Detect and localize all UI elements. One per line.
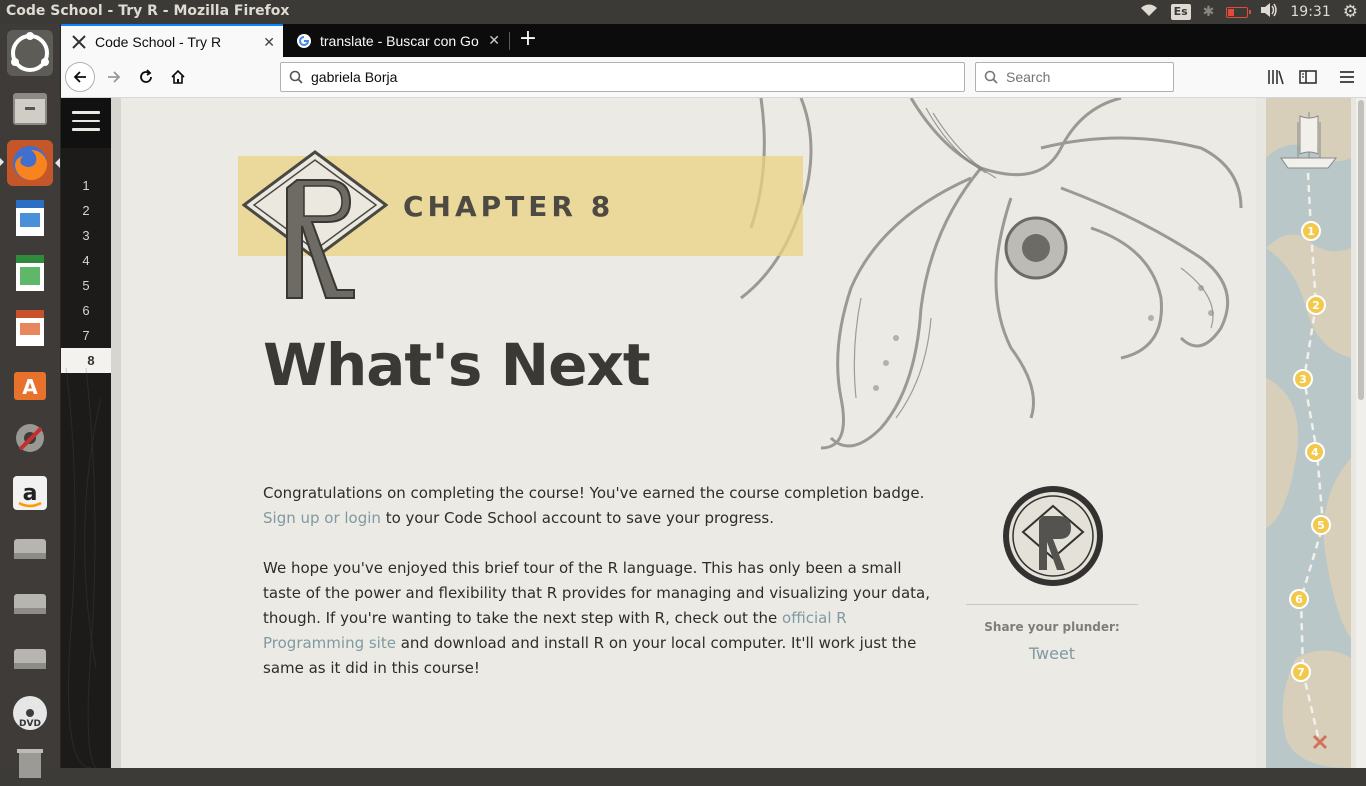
new-tab-button[interactable]: + bbox=[516, 28, 540, 52]
chapter-nav: 1 2 3 4 5 6 7 8 bbox=[61, 98, 121, 768]
nav-bar: gabriela Borja Search bbox=[61, 57, 1366, 98]
chapter-link-7[interactable]: 7 bbox=[61, 323, 111, 348]
writer-icon[interactable] bbox=[7, 195, 53, 241]
share-label: Share your plunder: bbox=[984, 620, 1120, 634]
tweet-link[interactable]: Tweet bbox=[966, 644, 1138, 663]
tab-translate[interactable]: translate - Buscar con Go ✕ bbox=[286, 24, 508, 57]
home-icon bbox=[171, 69, 185, 84]
page-title: What's Next bbox=[263, 331, 651, 399]
search-placeholder: Search bbox=[1006, 69, 1051, 85]
drive-icon[interactable] bbox=[7, 525, 53, 571]
system-indicators: Es ✱ 19:31 ⚙ bbox=[1139, 0, 1358, 24]
chapter-link-4[interactable]: 4 bbox=[61, 248, 111, 273]
main-content: CHAPTER 8 What's Next Congratulations on… bbox=[121, 98, 1256, 768]
close-tab-icon[interactable]: ✕ bbox=[482, 32, 500, 49]
running-indicator bbox=[0, 158, 4, 166]
files-icon[interactable] bbox=[7, 85, 53, 131]
scrollbar-thumb[interactable] bbox=[1358, 100, 1364, 400]
chapter-label: CHAPTER 8 bbox=[403, 190, 615, 223]
library-button[interactable] bbox=[1266, 67, 1286, 87]
reload-icon bbox=[140, 69, 152, 83]
progress-map: 1 2 3 4 5 6 7 bbox=[1266, 98, 1351, 768]
web-page: 1 2 3 4 5 6 7 8 CHAPTER 8 What's Next Co… bbox=[61, 98, 1366, 768]
reload-button[interactable] bbox=[131, 62, 161, 92]
chapter-link-5[interactable]: 5 bbox=[61, 273, 111, 298]
chapter-link-6[interactable]: 6 bbox=[61, 298, 111, 323]
forward-button[interactable] bbox=[99, 62, 129, 92]
back-button[interactable] bbox=[65, 62, 95, 92]
top-panel: Code School - Try R - Mozilla Firefox Es… bbox=[0, 0, 1366, 24]
completion-badge bbox=[1003, 486, 1103, 586]
url-text: gabriela Borja bbox=[311, 69, 398, 85]
chapter-link-1[interactable]: 1 bbox=[61, 173, 111, 198]
calc-icon[interactable] bbox=[7, 250, 53, 296]
try-r-logo bbox=[242, 150, 388, 299]
clock[interactable]: 19:31 bbox=[1290, 4, 1330, 20]
amazon-icon[interactable]: a bbox=[7, 470, 53, 516]
menu-button[interactable] bbox=[1337, 67, 1357, 87]
tab-label: Code School - Try R bbox=[95, 33, 222, 50]
active-indicator bbox=[55, 158, 60, 168]
svg-text:A: A bbox=[22, 375, 38, 399]
forward-arrow-icon bbox=[108, 71, 121, 83]
firefox-icon[interactable] bbox=[7, 140, 53, 186]
map-stop-4: 4 bbox=[1311, 446, 1319, 459]
volume-icon[interactable] bbox=[1260, 3, 1278, 21]
launcher: A a DVD bbox=[0, 24, 61, 778]
search-bar[interactable]: Search bbox=[975, 62, 1174, 92]
window-title: Code School - Try R - Mozilla Firefox bbox=[6, 3, 290, 19]
tab-bar: Code School - Try R ✕ translate - Buscar… bbox=[61, 24, 1366, 57]
map-stop-7: 7 bbox=[1297, 666, 1305, 679]
sidebar-icon bbox=[1299, 70, 1317, 84]
close-tab-icon[interactable]: ✕ bbox=[263, 34, 275, 51]
drive-icon[interactable] bbox=[7, 635, 53, 681]
system-settings-icon[interactable] bbox=[7, 415, 53, 461]
tab-label: translate - Buscar con Go bbox=[320, 32, 479, 49]
next-steps-paragraph: We hope you've enjoyed this brief tour o… bbox=[263, 556, 938, 681]
chapter-link-2[interactable]: 2 bbox=[61, 198, 111, 223]
google-favicon-icon bbox=[296, 33, 312, 49]
save-progress-text: to your Code School account to save your… bbox=[380, 509, 775, 527]
tab-try-r[interactable]: Code School - Try R ✕ bbox=[61, 24, 283, 57]
chapter-link-3[interactable]: 3 bbox=[61, 223, 111, 248]
completion-text: Congratulations on completing the course… bbox=[263, 484, 925, 502]
bluetooth-icon[interactable]: ✱ bbox=[1203, 4, 1215, 20]
hamburger-menu-icon[interactable] bbox=[72, 111, 100, 135]
search-icon bbox=[289, 70, 303, 84]
drive-icon[interactable] bbox=[7, 580, 53, 626]
octopus-illustration bbox=[740, 98, 1243, 450]
map-stop-6: 6 bbox=[1295, 593, 1303, 606]
page-scrollbar[interactable] bbox=[1356, 98, 1366, 768]
software-center-icon[interactable]: A bbox=[7, 360, 53, 406]
dvd-icon[interactable]: DVD bbox=[7, 690, 53, 736]
ubuntu-dash-icon[interactable] bbox=[7, 30, 53, 76]
map-stop-2: 2 bbox=[1312, 299, 1320, 312]
gear-icon[interactable]: ⚙ bbox=[1343, 2, 1358, 22]
nav-edge-strip bbox=[111, 98, 121, 768]
library-icon bbox=[1268, 70, 1284, 85]
signup-login-link[interactable]: Sign up or login bbox=[263, 509, 381, 527]
keyboard-layout-indicator[interactable]: Es bbox=[1170, 4, 1191, 20]
svg-text:a: a bbox=[23, 481, 38, 506]
wifi-icon[interactable] bbox=[1139, 3, 1159, 21]
battery-icon[interactable] bbox=[1226, 6, 1252, 18]
hamburger-icon bbox=[1340, 71, 1354, 83]
sidebar-toggle-button[interactable] bbox=[1298, 67, 1318, 87]
trash-icon[interactable] bbox=[7, 740, 53, 786]
map-stop-1: 1 bbox=[1307, 225, 1315, 238]
badge-divider bbox=[966, 604, 1138, 605]
svg-text:DVD: DVD bbox=[19, 719, 41, 729]
wood-texture bbox=[65, 368, 106, 768]
search-icon bbox=[984, 70, 998, 84]
progress-map-column: 1 2 3 4 5 6 7 bbox=[1256, 98, 1366, 768]
code-school-favicon-icon bbox=[71, 34, 87, 50]
completion-paragraph: Congratulations on completing the course… bbox=[263, 481, 943, 531]
home-button[interactable] bbox=[163, 62, 193, 92]
map-stop-3: 3 bbox=[1299, 373, 1307, 386]
url-bar[interactable]: gabriela Borja bbox=[280, 62, 965, 92]
map-stop-5: 5 bbox=[1317, 519, 1325, 532]
impress-icon[interactable] bbox=[7, 305, 53, 351]
back-arrow-icon bbox=[73, 71, 86, 83]
tab-separator bbox=[509, 32, 510, 50]
